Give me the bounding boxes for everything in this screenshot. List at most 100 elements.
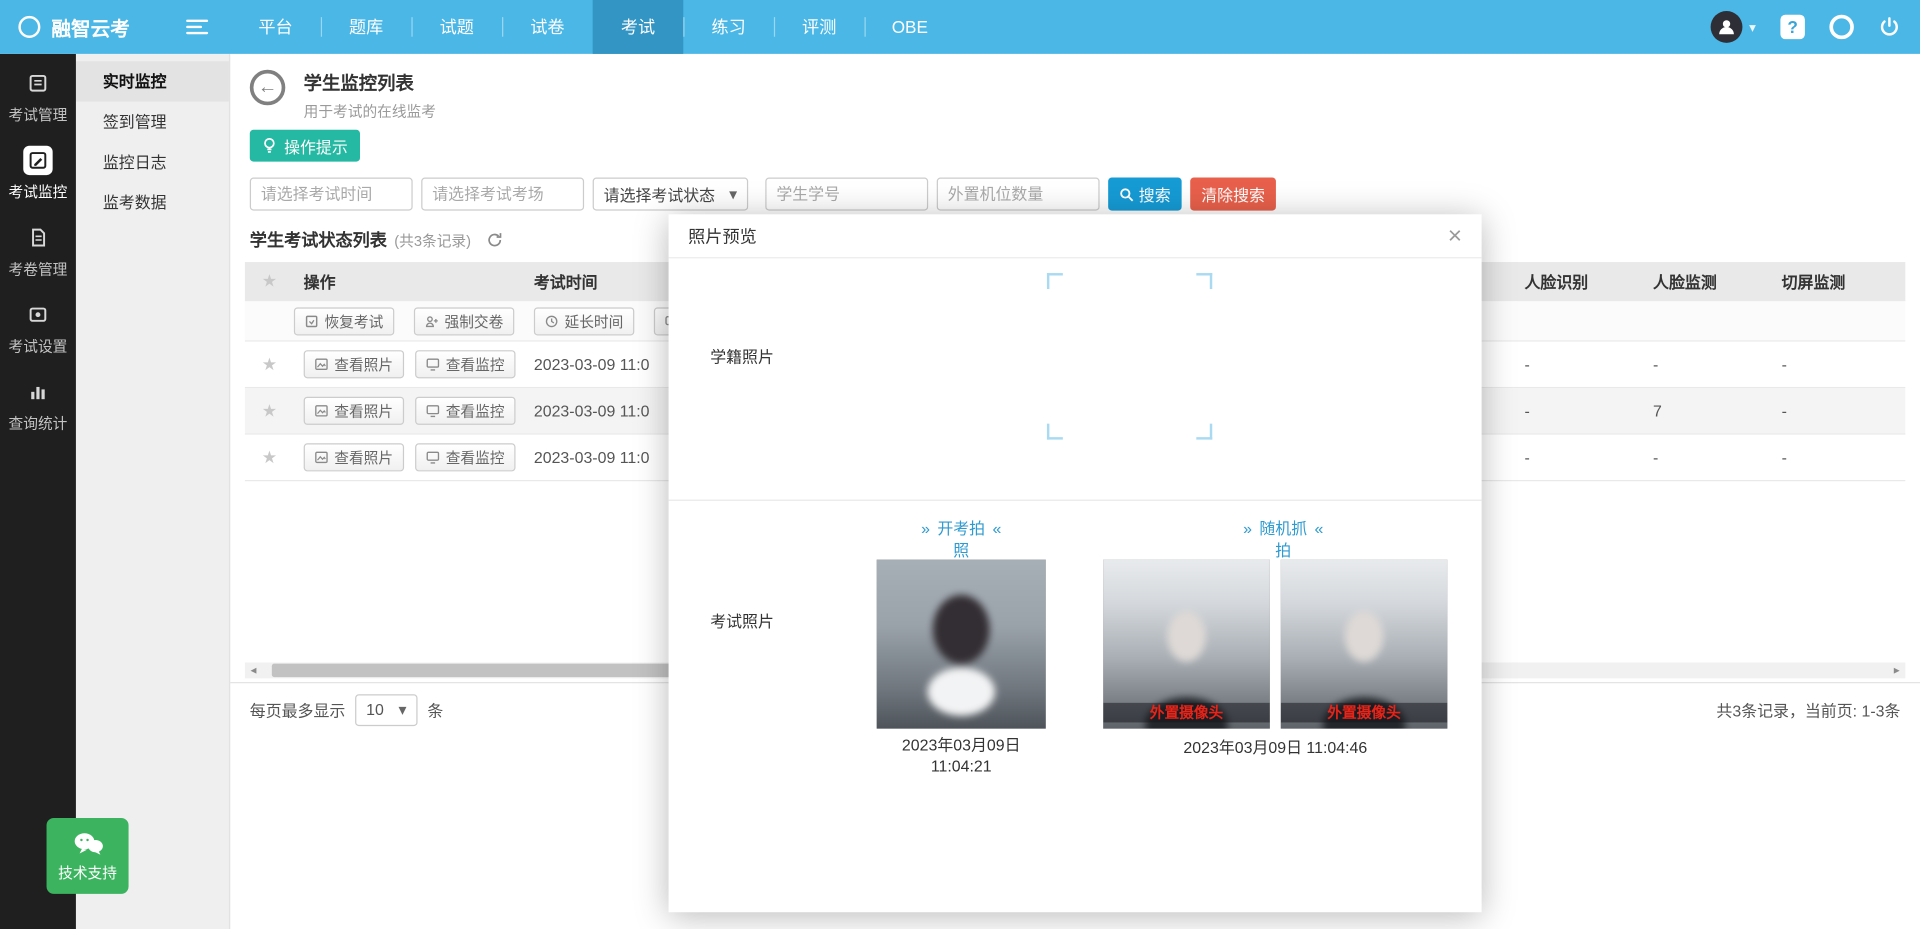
corner-bracket-icon [1196,273,1212,289]
nav-papers[interactable]: 试卷 [502,0,593,54]
face-recognition-cell: - [1515,355,1644,373]
star-icon[interactable]: ★ [245,354,294,375]
tip-label: 操作提示 [284,134,348,157]
corner-bracket-icon [1047,424,1063,440]
camera-warning-overlay: 外置摄像头 [1281,703,1448,723]
scrollbar-thumb[interactable] [272,664,676,677]
nav-practice[interactable]: 练习 [683,0,774,54]
submenu-item-checkin-management[interactable]: 签到管理 [76,102,229,142]
operation-tips-button[interactable]: 操作提示 [250,130,360,162]
view-photo-button[interactable]: 查看照片 [304,443,404,471]
help-button[interactable]: ? [1780,15,1804,39]
logout-button[interactable] [1878,16,1900,38]
column-title-random-capture[interactable]: » 随机抓 « 拍 [1210,518,1357,562]
tech-support-button[interactable]: 技术支持 [47,818,129,894]
search-button[interactable]: 搜索 [1108,178,1181,211]
column-header-face-recognition: 人脸识别 [1515,269,1644,292]
scroll-right-arrow[interactable]: ► [1888,662,1905,678]
nav-question-bank[interactable]: 题库 [321,0,412,54]
caption-time: 11:04:21 [877,756,1046,777]
nav-obe[interactable]: OBE [865,0,956,54]
table-title: 学生考试状态列表 [250,228,387,252]
clear-search-button[interactable]: 清除搜索 [1190,178,1276,211]
exam-room-input[interactable] [421,178,584,211]
student-id-input[interactable] [765,178,928,211]
scroll-left-arrow[interactable]: ◄ [245,662,262,678]
star-icon[interactable]: ★ [245,400,294,421]
settings-icon [23,300,52,329]
submenu-item-realtime-monitoring[interactable]: 实时监控 [76,61,229,101]
table-title-bar: 学生考试状态列表 (共3条记录) [250,228,503,252]
registration-photo-placeholder [1047,273,1212,440]
monitor-icon [426,451,439,464]
button-label: 查看监控 [446,400,505,421]
select-value: 请选择考试状态 [604,182,715,205]
photo-icon [315,404,328,417]
view-monitor-button[interactable]: 查看监控 [415,397,515,425]
per-page-unit: 条 [427,698,443,721]
column-header-face-monitoring: 人脸监测 [1643,269,1772,292]
sidebar-item-exam-management[interactable]: 考试管理 [0,54,76,131]
resume-exam-button[interactable]: 恢复考试 [294,307,394,335]
record-count: (共3条记录) [394,230,471,251]
user-menu[interactable]: ▾ [1711,11,1756,43]
restore-icon [305,314,318,327]
exam-photo-section: 考试照片 » 开考拍 « 照 » 随机抓 « 拍 [669,501,1482,912]
theme-icon[interactable] [1829,15,1853,39]
brand[interactable]: 融智云考 [0,12,130,41]
double-arrow-left-icon: « [992,518,1001,540]
monitor-icon [426,404,439,417]
back-button[interactable]: ← [250,70,286,106]
random-capture-photo-2[interactable]: 外置摄像头 [1281,560,1448,729]
sidebar-item-query-statistics[interactable]: 查询统计 [0,362,76,439]
back-arrow-icon: ← [258,77,278,99]
button-label: 查看照片 [334,400,393,421]
view-photo-button[interactable]: 查看照片 [304,350,404,378]
refresh-button[interactable] [486,231,503,248]
photo-icon [315,451,328,464]
clipboard-icon [23,69,52,98]
nav-questions[interactable]: 试题 [411,0,502,54]
column-title-exam-start[interactable]: » 开考拍 « 照 [888,518,1035,562]
sidebar-item-exam-monitoring[interactable]: 考试监控 [0,131,76,208]
monitor-icon [426,358,439,371]
webcam-photo-front [877,560,1046,729]
topbar-actions: ▾ ? [1711,11,1920,43]
face-recognition-cell: - [1515,402,1644,420]
sidebar-label: 考试监控 [9,181,68,202]
exam-time-input[interactable] [250,178,413,211]
random-capture-photo-1[interactable]: 外置摄像头 [1103,560,1270,729]
close-icon[interactable]: × [1448,223,1462,247]
submenu-item-monitoring-logs[interactable]: 监控日志 [76,142,229,182]
brand-name: 融智云考 [51,12,129,41]
page-header: ← 学生监控列表 用于考试的在线监考 [250,67,436,121]
face-monitoring-cell: 7 [1643,402,1772,420]
view-photo-button[interactable]: 查看照片 [304,397,404,425]
view-monitor-button[interactable]: 查看监控 [415,443,515,471]
star-icon[interactable]: ★ [245,447,294,468]
nav-evaluation[interactable]: 评测 [774,0,865,54]
view-monitor-button[interactable]: 查看监控 [415,350,515,378]
external-camera-count-input[interactable] [937,178,1100,211]
avatar [1711,11,1743,43]
per-page-label: 每页最多显示 [250,698,346,721]
pagination-summary: 共3条记录，当前页: 1-3条 [1716,698,1900,721]
menu-toggle-icon[interactable] [186,16,208,38]
submenu-item-proctor-data[interactable]: 监考数据 [76,182,229,222]
sidebar-label: 查询统计 [9,413,68,434]
screen-monitoring-cell: - [1772,355,1901,373]
sidebar-item-paper-management[interactable]: 考卷管理 [0,208,76,285]
screen: 融智云考 平台 题库 试题 试卷 考试 练习 评测 OBE ▾ ? [0,0,1920,929]
force-submit-button[interactable]: 强制交卷 [414,307,514,335]
chevron-down-icon: ▾ [399,700,407,720]
nav-exam[interactable]: 考试 [593,0,684,54]
per-page-select[interactable]: 10 ▾ [355,694,417,726]
sidebar-item-exam-settings[interactable]: 考试设置 [0,285,76,362]
button-label: 查看照片 [334,447,393,468]
exam-status-select[interactable]: 请选择考试状态 ▾ [593,178,749,211]
nav-platform[interactable]: 平台 [230,0,321,54]
button-label: 查看照片 [334,354,393,375]
extend-time-button[interactable]: 延长时间 [534,307,634,335]
star-icon[interactable]: ★ [245,271,294,292]
exam-start-photo[interactable] [877,560,1046,729]
